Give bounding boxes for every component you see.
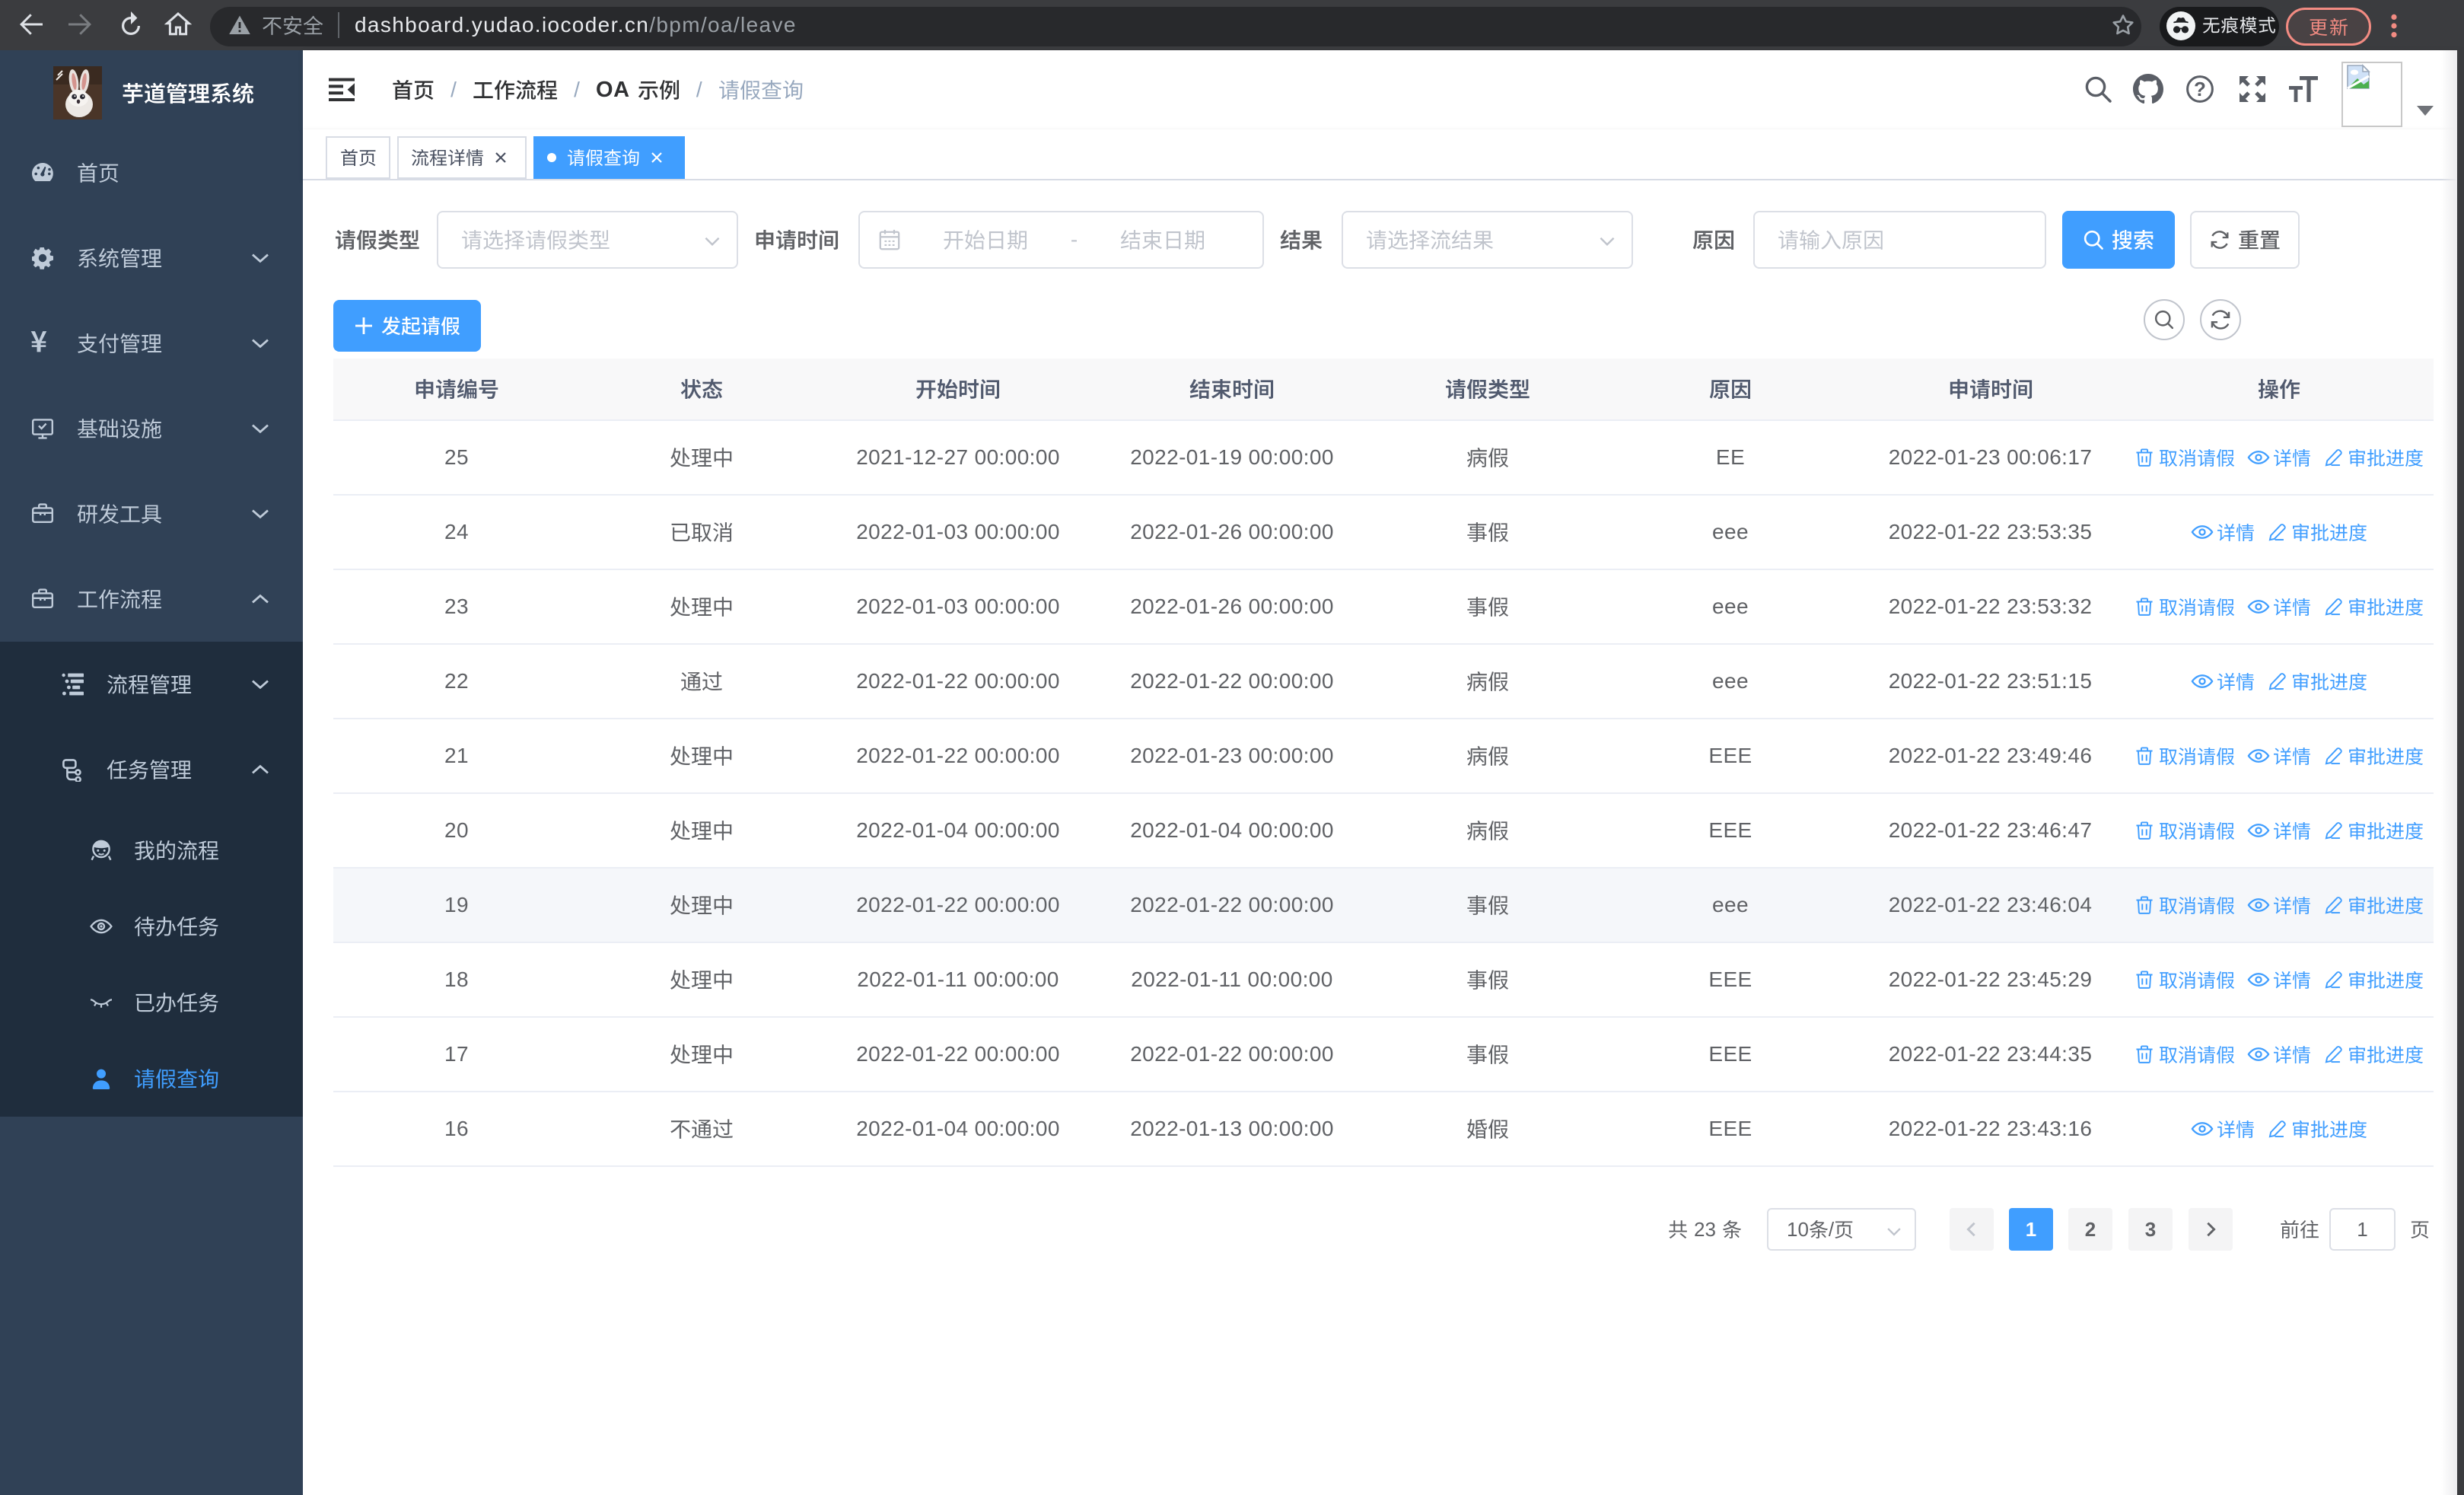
svg-text:?: ? bbox=[2194, 78, 2206, 100]
